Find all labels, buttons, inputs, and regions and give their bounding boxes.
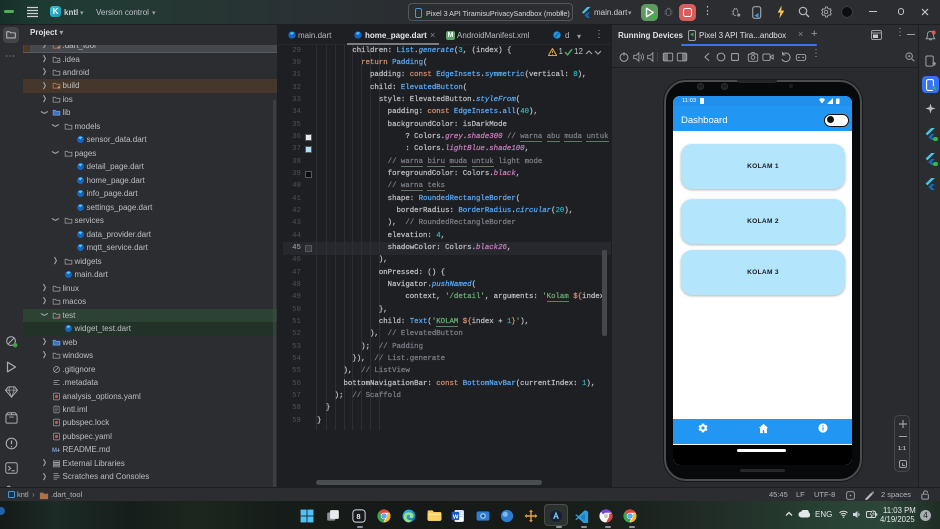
svg-text:W: W [453, 514, 459, 520]
svg-text:8: 8 [356, 512, 360, 521]
svg-text:M: M [52, 448, 57, 454]
